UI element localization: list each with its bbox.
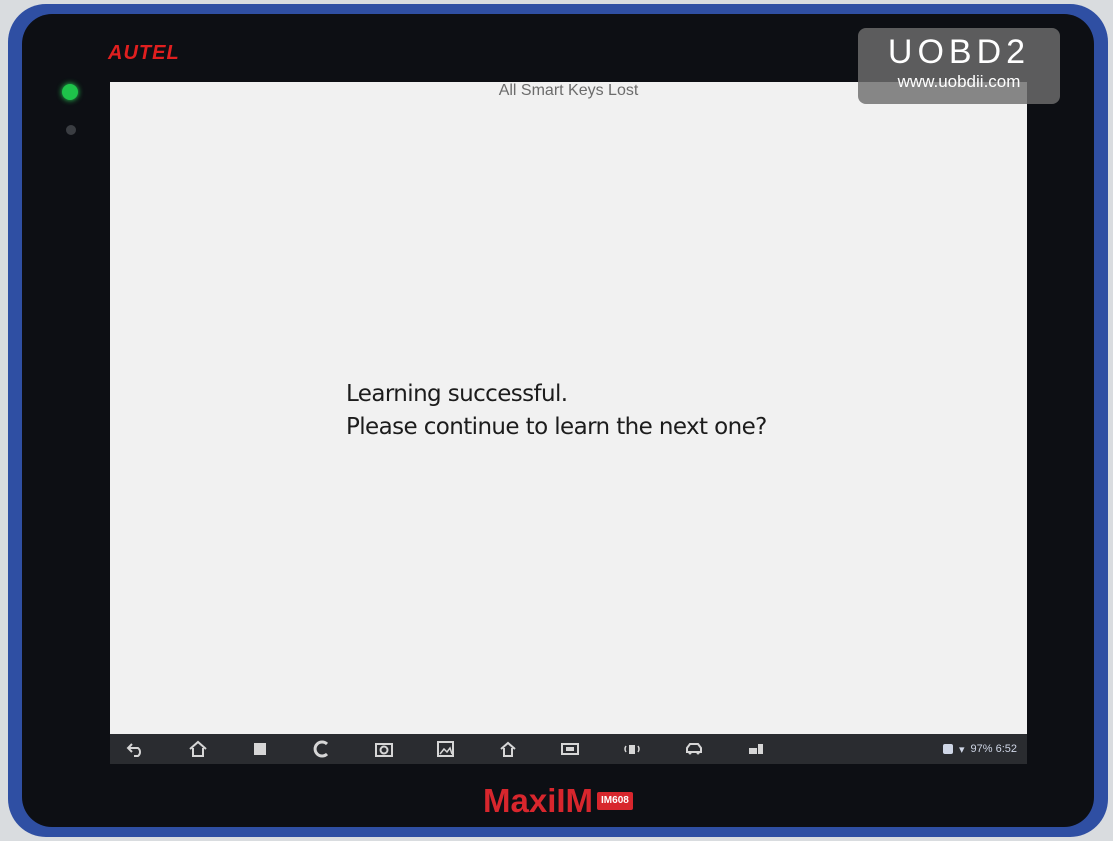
status-bar: ▾ 97% 6:52 [942, 743, 1017, 756]
watermark-url: www.uobdii.com [897, 72, 1021, 91]
wifi-icon: ▾ [958, 743, 965, 756]
dialog-message: Learning successful. Please continue to … [346, 378, 767, 444]
app-screen: All Smart Keys Lost Learning successful.… [110, 82, 1027, 734]
recent-apps-icon[interactable] [246, 738, 274, 760]
message-line: Please continue to learn the next one? [346, 414, 767, 440]
back-icon[interactable] [122, 738, 150, 760]
browser-icon[interactable] [308, 738, 336, 760]
message-line: Learning successful. [346, 381, 568, 407]
home-icon[interactable] [184, 738, 212, 760]
model-name: MaxiIM [483, 782, 594, 819]
model-logo: MaxiIM IM608 [483, 782, 633, 820]
watermark: UOBD2 www.uobdii.com [858, 28, 1060, 104]
power-led-icon [62, 84, 78, 100]
gallery-icon[interactable] [432, 738, 460, 760]
wifi-vci-icon[interactable] [618, 738, 646, 760]
vci-icon[interactable] [556, 738, 584, 760]
system-navbar: ▾ 97% 6:52 [110, 734, 1027, 764]
model-badge: IM608 [597, 792, 633, 810]
vehicle-icon[interactable] [680, 738, 708, 760]
settings-icon[interactable] [742, 738, 770, 760]
camera-icon[interactable] [370, 738, 398, 760]
notification-icon [942, 744, 953, 754]
brand-logo: AUTEL [108, 42, 180, 64]
autel-home-icon[interactable] [494, 738, 522, 760]
watermark-title: UOBD2 [887, 33, 1031, 71]
status-text: 97% 6:52 [970, 743, 1017, 755]
status-led-icon [66, 125, 76, 135]
